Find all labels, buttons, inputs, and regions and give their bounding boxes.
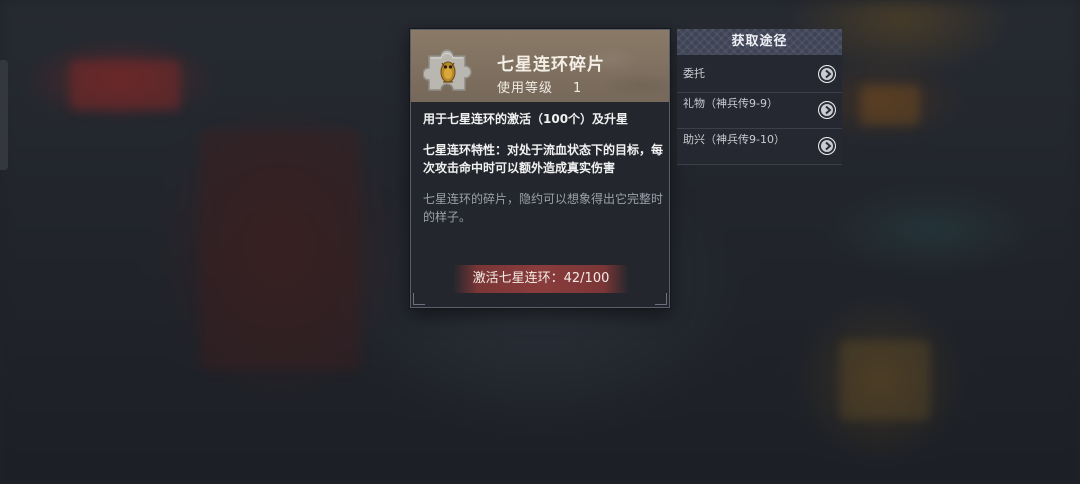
item-name: 七星连环碎片	[497, 55, 605, 75]
chevron-right-icon[interactable]	[818, 137, 836, 155]
item-tooltip-card: 七星连环碎片 使用等级 1 用于七星连环的激活（100个）及升星 七星连环特性：对…	[410, 29, 670, 308]
blurred-gold-panel	[860, 85, 920, 125]
chevron-right-icon[interactable]	[818, 65, 836, 83]
source-item[interactable]: 委托	[677, 55, 842, 93]
chevron-right-icon[interactable]	[818, 101, 836, 119]
item-description-body: 用于七星连环的激活（100个）及升星 七星连环特性：对处于流血状态下的目标，每次…	[423, 110, 663, 226]
corner-ornament	[413, 293, 425, 305]
jigsaw-piece-with-golden-owl-icon	[422, 42, 485, 96]
acquisition-sources-panel: 获取途径 委托 礼物（神兵传9-9） 助兴（神兵传9-10）	[677, 29, 842, 165]
use-level-row: 使用等级 1	[497, 77, 582, 96]
source-item-label: 礼物（神兵传9-9）	[683, 97, 778, 110]
item-usage-text: 用于七星连环的激活（100个）及升星	[423, 112, 629, 126]
source-item-label: 委托	[683, 67, 705, 80]
blurred-inventory-grid	[200, 130, 360, 370]
item-card-header: 七星连环碎片 使用等级 1	[411, 30, 669, 102]
source-item[interactable]: 礼物（神兵传9-9）	[677, 93, 842, 129]
item-flavor-text: 七星连环的碎片，隐约可以想象得出它完整时的样子。	[423, 192, 664, 224]
source-item-label: 助兴（神兵传9-10）	[683, 133, 785, 146]
sources-title: 获取途径	[677, 29, 842, 55]
use-level-label: 使用等级	[497, 81, 554, 96]
left-edge-tab[interactable]	[0, 60, 8, 170]
use-level-value: 1	[573, 81, 583, 96]
blurred-side-panel	[840, 340, 930, 420]
source-item[interactable]: 助兴（神兵传9-10）	[677, 129, 842, 165]
item-trait-text: 七星连环特性：对处于流血状态下的目标，每次攻击命中时可以额外造成真实伤害	[423, 143, 664, 175]
corner-ornament	[655, 293, 667, 305]
activate-button[interactable]: 激活七星连环：42/100	[453, 265, 629, 293]
blurred-red-panel	[70, 60, 180, 110]
